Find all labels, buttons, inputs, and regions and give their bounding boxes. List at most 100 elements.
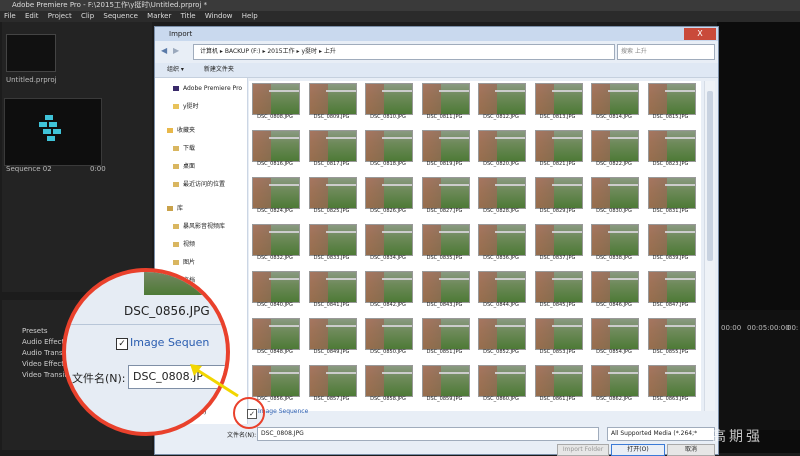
file-thumbnail[interactable]: DSC_0853.JPG — [534, 318, 583, 356]
close-button[interactable]: X — [684, 28, 716, 40]
file-thumbnail[interactable]: DSC_0829.JPG — [534, 177, 583, 215]
file-thumbnail[interactable]: DSC_0817.JPG — [308, 130, 357, 168]
file-thumbnail[interactable]: DSC_0812.JPG — [477, 83, 526, 121]
file-thumbnail[interactable]: DSC_0836.JPG — [477, 224, 526, 262]
file-thumbnail[interactable]: DSC_0861.JPG — [534, 365, 583, 403]
file-thumbnail[interactable]: DSC_0809.JPG — [308, 83, 357, 121]
file-thumbnail[interactable]: DSC_0810.JPG — [364, 83, 413, 121]
project-thumbnail[interactable] — [6, 34, 56, 72]
file-thumbnail[interactable]: DSC_0839.JPG — [647, 224, 696, 262]
nav-item[interactable]: 视频 — [155, 240, 247, 249]
file-thumbnail[interactable]: DSC_0852.JPG — [477, 318, 526, 356]
import-folder-button[interactable]: Import Folder — [557, 444, 609, 456]
file-thumbnail[interactable]: DSC_0858.JPG — [364, 365, 413, 403]
file-thumbnail[interactable]: DSC_0855.JPG — [647, 318, 696, 356]
breadcrumb-drive[interactable]: BACKUP (F:) — [225, 48, 261, 55]
filename-value: DSC_0808.JPG — [261, 430, 304, 437]
breadcrumb-current[interactable]: 上升 — [324, 48, 336, 55]
organize-button[interactable]: 组织 ▾ — [167, 66, 184, 73]
file-thumbnail[interactable]: DSC_0850.JPG — [364, 318, 413, 356]
file-thumbnail[interactable]: DSC_0845.JPG — [534, 271, 583, 309]
menu-file[interactable]: File — [4, 11, 16, 22]
nav-item[interactable]: 下载 — [155, 144, 247, 153]
nav-item[interactable]: 暴风影音视频库 — [155, 222, 247, 231]
menu-marker[interactable]: Marker — [147, 11, 171, 22]
menu-clip[interactable]: Clip — [81, 11, 94, 22]
file-thumbnail[interactable]: DSC_0843.JPG — [421, 271, 470, 309]
menu-window[interactable]: Window — [205, 11, 233, 22]
nav-item[interactable]: y挺时 — [155, 102, 247, 111]
nav-item[interactable]: 图片 — [155, 258, 247, 267]
file-thumbnail[interactable]: DSC_0847.JPG — [647, 271, 696, 309]
file-thumbnail[interactable]: DSC_0838.JPG — [590, 224, 639, 262]
nav-item[interactable]: 库 — [155, 204, 247, 213]
file-grid-scrollbar[interactable] — [704, 81, 715, 411]
file-thumbnail[interactable]: DSC_0811.JPG — [421, 83, 470, 121]
file-thumbnail-image — [421, 177, 470, 209]
file-thumbnail[interactable]: DSC_0830.JPG — [590, 177, 639, 215]
file-thumbnail[interactable]: DSC_0815.JPG — [647, 83, 696, 121]
menu-help[interactable]: Help — [242, 11, 258, 22]
nav-item[interactable]: 桌面 — [155, 162, 247, 171]
file-thumbnail[interactable]: DSC_0834.JPG — [364, 224, 413, 262]
sequence-thumbnail[interactable] — [4, 98, 102, 166]
file-thumbnail[interactable]: DSC_0842.JPG — [364, 271, 413, 309]
nav-item-label: y挺时 — [183, 103, 199, 110]
file-thumbnail[interactable]: DSC_0814.JPG — [590, 83, 639, 121]
file-thumbnail[interactable]: DSC_0854.JPG — [590, 318, 639, 356]
back-arrow-icon[interactable]: ◀ — [161, 46, 167, 55]
file-thumbnail[interactable]: DSC_0840.JPG — [251, 271, 300, 309]
file-thumbnail[interactable]: DSC_0833.JPG — [308, 224, 357, 262]
breadcrumb-2015[interactable]: 2015工作 — [267, 48, 294, 55]
file-thumbnail[interactable]: DSC_0828.JPG — [477, 177, 526, 215]
file-type-filter[interactable]: All Supported Media (*.264;* — [607, 427, 715, 441]
forward-arrow-icon[interactable]: ▶ — [173, 46, 179, 55]
file-thumbnail[interactable]: DSC_0859.JPG — [421, 365, 470, 403]
file-thumbnail[interactable]: DSC_0818.JPG — [364, 130, 413, 168]
search-input[interactable]: 搜索 上升 — [617, 44, 715, 60]
file-thumbnail[interactable]: DSC_0831.JPG — [647, 177, 696, 215]
file-thumbnail[interactable]: DSC_0860.JPG — [477, 365, 526, 403]
file-thumbnail[interactable]: DSC_0857.JPG — [308, 365, 357, 403]
menu-edit[interactable]: Edit — [25, 11, 39, 22]
file-thumbnail[interactable]: DSC_0821.JPG — [534, 130, 583, 168]
file-thumbnail[interactable]: DSC_0816.JPG — [251, 130, 300, 168]
open-button[interactable]: 打开(O) — [611, 444, 665, 456]
menu-title[interactable]: Title — [181, 11, 196, 22]
file-thumbnail[interactable]: DSC_0819.JPG — [421, 130, 470, 168]
file-thumbnail[interactable]: DSC_0835.JPG — [421, 224, 470, 262]
file-thumbnail[interactable]: DSC_0841.JPG — [308, 271, 357, 309]
file-thumbnail[interactable]: DSC_0863.JPG — [647, 365, 696, 403]
file-thumbnail[interactable]: DSC_0808.JPG — [251, 83, 300, 121]
menu-project[interactable]: Project — [48, 11, 72, 22]
nav-item[interactable]: 收藏夹 — [155, 126, 247, 135]
file-thumbnail[interactable]: DSC_0822.JPG — [590, 130, 639, 168]
file-thumbnail[interactable]: DSC_0846.JPG — [590, 271, 639, 309]
new-folder-button[interactable]: 新建文件夹 — [204, 66, 234, 73]
file-thumbnail[interactable]: DSC_0820.JPG — [477, 130, 526, 168]
cancel-button[interactable]: 取消 — [667, 444, 715, 456]
file-thumbnail[interactable]: DSC_0824.JPG — [251, 177, 300, 215]
scrollbar-thumb[interactable] — [707, 91, 713, 261]
file-thumbnail[interactable]: DSC_0856.JPG — [251, 365, 300, 403]
file-thumbnail[interactable]: DSC_0837.JPG — [534, 224, 583, 262]
filename-input[interactable]: DSC_0808.JPG — [257, 427, 599, 441]
menu-sequence[interactable]: Sequence — [103, 11, 138, 22]
file-thumbnail[interactable]: DSC_0827.JPG — [421, 177, 470, 215]
nav-item[interactable]: 最近访问的位置 — [155, 180, 247, 189]
file-thumbnail[interactable]: DSC_0849.JPG — [308, 318, 357, 356]
breadcrumb-computer[interactable]: 计算机 — [200, 48, 218, 55]
file-thumbnail[interactable]: DSC_0813.JPG — [534, 83, 583, 121]
file-thumbnail[interactable]: DSC_0826.JPG — [364, 177, 413, 215]
file-thumbnail[interactable]: DSC_0844.JPG — [477, 271, 526, 309]
file-thumbnail[interactable]: DSC_0832.JPG — [251, 224, 300, 262]
nav-item[interactable]: Adobe Premiere Pro — [155, 84, 247, 93]
file-thumbnail[interactable]: DSC_0851.JPG — [421, 318, 470, 356]
file-thumbnail[interactable]: DSC_0825.JPG — [308, 177, 357, 215]
file-thumbnail[interactable]: DSC_0823.JPG — [647, 130, 696, 168]
breadcrumb-folder[interactable]: y挺时 — [301, 48, 317, 55]
file-thumbnail[interactable]: DSC_0848.JPG — [251, 318, 300, 356]
address-bar[interactable]: 计算机 ▸ BACKUP (F:) ▸ 2015工作 ▸ y挺时 ▸ 上升 — [193, 44, 615, 60]
file-thumbnail[interactable]: DSC_0862.JPG — [590, 365, 639, 403]
file-thumbnail-name: DSC_0827.JPG — [426, 208, 463, 214]
